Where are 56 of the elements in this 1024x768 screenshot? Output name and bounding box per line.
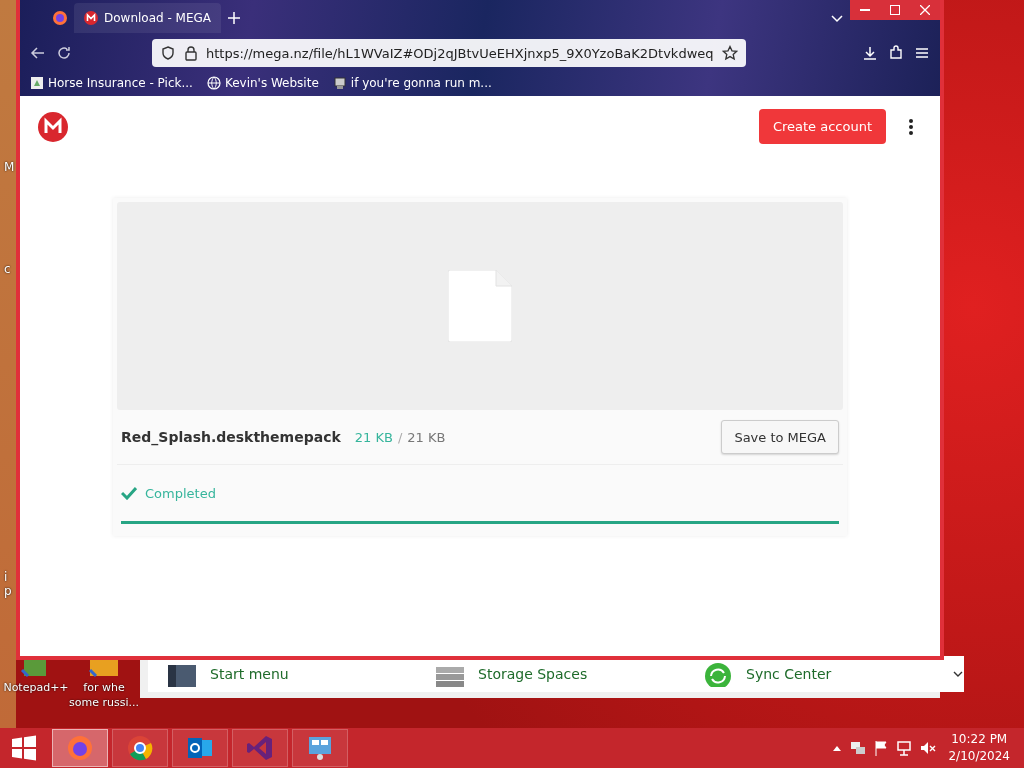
clock[interactable]: 10:22 PM 2/10/2024 — [940, 731, 1024, 765]
bookmark[interactable]: if you're gonna run m... — [332, 76, 492, 90]
file-name: Red_Splash.deskthemepack — [121, 429, 341, 445]
firefox-icon[interactable] — [52, 10, 68, 26]
downloaded-size: 21 KB — [354, 429, 393, 445]
sync-icon — [702, 661, 734, 687]
taskbar-app[interactable] — [172, 729, 228, 767]
close-button[interactable] — [910, 0, 940, 20]
taskbar-app[interactable] — [112, 729, 168, 767]
menu-icon[interactable] — [914, 45, 930, 61]
back-icon[interactable] — [30, 45, 46, 61]
control-panel-icon — [306, 734, 334, 762]
save-to-mega-button[interactable]: Save to MEGA — [721, 420, 839, 454]
star-icon[interactable] — [721, 45, 738, 61]
control-panel-item[interactable]: Start menu — [148, 661, 416, 687]
minimize-button[interactable] — [850, 0, 880, 20]
create-account-button[interactable]: Create account — [758, 109, 886, 144]
bookmark[interactable]: Kevin's Website — [206, 76, 319, 90]
download-icon[interactable] — [862, 45, 878, 61]
mega-logo-icon — [84, 11, 98, 25]
control-panel-item[interactable]: Sync Center — [684, 661, 952, 687]
globe-icon — [206, 76, 221, 90]
more-options-icon[interactable] — [908, 117, 914, 136]
computer-icon — [332, 76, 347, 90]
windows-logo-icon — [11, 735, 37, 761]
visual-studio-icon — [246, 734, 274, 762]
address-bar[interactable]: https://mega.nz/file/hL1WVaIZ#ODj2qJBtvUeEHXjnxp5_9X0YzoBaK2Dtvkdweq — [152, 39, 746, 67]
page-icon — [30, 76, 44, 90]
taskbar-app[interactable] — [52, 729, 108, 767]
chrome-icon — [126, 734, 154, 762]
desktop-icon-label: i — [4, 570, 8, 584]
lock-icon — [184, 45, 198, 61]
control-panel-item[interactable]: Storage Spaces — [416, 661, 684, 687]
browser-tab[interactable]: Download - MEGA — [74, 3, 222, 33]
desktop-icon-label: p — [4, 584, 12, 598]
reload-icon[interactable] — [56, 45, 72, 61]
taskbar-app[interactable] — [232, 729, 288, 767]
minimize-icon — [860, 9, 870, 11]
file-size: 21 KB — [407, 429, 446, 445]
mega-logo-icon[interactable] — [37, 110, 69, 143]
flag-icon[interactable] — [874, 740, 889, 756]
desktop-icon-label: M — [4, 160, 15, 174]
checkmark-icon — [121, 486, 137, 500]
separator: / — [397, 429, 403, 445]
muted-speaker-icon[interactable] — [920, 740, 937, 756]
bookmark[interactable]: Horse Insurance - Pick... — [30, 76, 193, 90]
new-tab-icon[interactable] — [227, 11, 242, 25]
chevron-up-icon[interactable] — [832, 744, 843, 752]
firefox-icon — [66, 734, 94, 762]
download-status: Completed — [145, 485, 216, 501]
maximize-icon — [890, 5, 900, 15]
desktop-icon-label: c — [4, 262, 11, 276]
close-icon — [920, 5, 930, 15]
shield-icon — [160, 45, 176, 61]
taskbar-app[interactable] — [292, 729, 348, 767]
file-icon — [448, 270, 512, 342]
